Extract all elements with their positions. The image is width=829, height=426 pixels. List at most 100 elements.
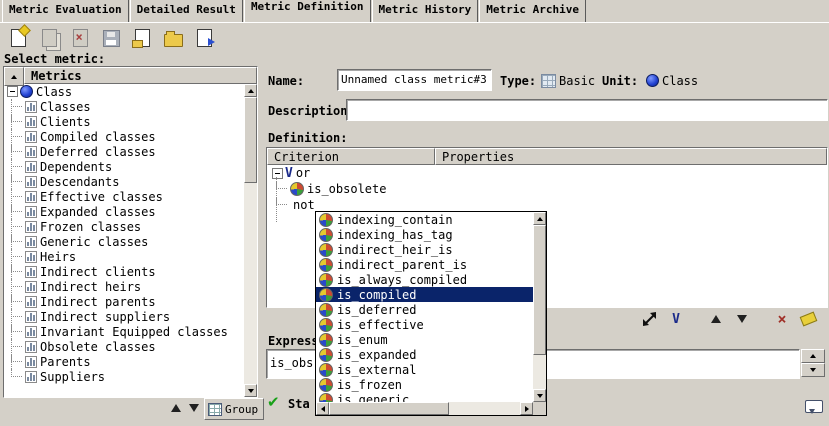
move-criterion-down-button[interactable] <box>732 310 752 328</box>
criterion-row-or[interactable]: V or <box>267 165 827 181</box>
export-metrics-button[interactable] <box>192 27 216 49</box>
criterion-row-is-obsolete[interactable]: is_obsolete <box>267 181 827 197</box>
tree-item[interactable]: Compiled classes <box>4 129 244 144</box>
erase-criterion-button[interactable] <box>798 310 818 328</box>
expression-scroll-down-button[interactable] <box>801 363 825 377</box>
dropdown-item-label: is_expanded <box>337 348 416 362</box>
tree-item[interactable]: Indirect suppliers <box>4 309 244 324</box>
tree-item[interactable]: Indirect clients <box>4 264 244 279</box>
tree-item[interactable]: Descendants <box>4 174 244 189</box>
dropdown-item[interactable]: indexing_contain <box>316 212 533 227</box>
scrollbar-thumb[interactable] <box>244 97 257 183</box>
scroll-up-button[interactable] <box>533 212 546 225</box>
status-text: Sta <box>288 397 310 411</box>
tree-item[interactable]: Classes <box>4 99 244 114</box>
tree-item[interactable]: Effective classes <box>4 189 244 204</box>
collapse-icon[interactable] <box>7 86 18 97</box>
tab-metric-evaluation[interactable]: Metric Evaluation <box>2 0 129 22</box>
dropdown-item[interactable]: is_expanded <box>316 347 533 362</box>
dropdown-item[interactable]: is_external <box>316 362 533 377</box>
metrics-column-header[interactable]: Metrics <box>24 67 257 84</box>
move-down-icon <box>737 315 747 323</box>
dropdown-horizontal-scrollbar[interactable] <box>316 402 533 415</box>
arrow-up-icon <box>810 354 816 358</box>
tree-connector <box>11 264 22 272</box>
tree-item[interactable]: Generic classes <box>4 234 244 249</box>
or-operator-button[interactable]: V <box>666 310 686 328</box>
tree-item[interactable]: Expanded classes <box>4 204 244 219</box>
scrollbar-thumb[interactable] <box>329 402 449 415</box>
tree-connector <box>276 181 287 189</box>
dropdown-item[interactable]: is_frozen <box>316 377 533 392</box>
tree-connector <box>11 189 22 197</box>
tab-detailed-result[interactable]: Detailed Result <box>130 0 243 22</box>
metric-tool-window: Metric Evaluation Detailed Result Metric… <box>0 0 829 426</box>
tree-item-label: Descendants <box>37 175 119 189</box>
tree-connector <box>11 144 22 152</box>
delete-metric-button[interactable]: × <box>68 27 92 49</box>
criterion-pie-icon <box>319 363 333 377</box>
dropdown-item[interactable]: is_always_compiled <box>316 272 533 287</box>
criterion-column-header[interactable]: Criterion <box>267 148 435 165</box>
move-criterion-up-button[interactable] <box>706 310 726 328</box>
tree-item[interactable]: Clients <box>4 114 244 129</box>
dropdown-item[interactable]: is_deferred <box>316 302 533 317</box>
tree-item[interactable]: Dependents <box>4 159 244 174</box>
collapse-icon[interactable] <box>272 168 283 179</box>
tab-metric-definition[interactable]: Metric Definition <box>244 0 371 22</box>
import-metrics-button[interactable] <box>130 27 154 49</box>
tree-item[interactable]: Obsolete classes <box>4 339 244 354</box>
save-metric-icon <box>103 30 120 47</box>
scroll-down-button[interactable] <box>244 384 257 397</box>
copy-metric-button[interactable] <box>37 27 61 49</box>
tree-item-label: Deferred classes <box>37 145 156 159</box>
dropdown-item-selected[interactable]: is_compiled <box>316 287 533 302</box>
dropdown-item[interactable]: indexing_has_tag <box>316 227 533 242</box>
scroll-down-button[interactable] <box>533 389 546 402</box>
tab-metric-history[interactable]: Metric History <box>372 0 479 22</box>
dropdown-item[interactable]: is_effective <box>316 317 533 332</box>
dropdown-item[interactable]: indirect_heir_is <box>316 242 533 257</box>
or-operator-icon: V <box>285 167 293 180</box>
comment-button[interactable] <box>801 393 826 419</box>
tree-item[interactable]: Indirect parents <box>4 294 244 309</box>
criterion-pie-icon <box>319 228 333 242</box>
tree-vertical-scrollbar[interactable] <box>244 84 257 397</box>
scroll-up-button[interactable] <box>244 84 257 97</box>
dropdown-item[interactable]: indirect_parent_is <box>316 257 533 272</box>
expression-scroll-up-button[interactable] <box>801 349 825 363</box>
delete-criterion-button[interactable]: × <box>772 310 792 328</box>
tree-item-class-root[interactable]: Class <box>4 84 244 99</box>
export-metric-icon <box>197 29 212 47</box>
criterion-pie-icon <box>319 273 333 287</box>
scroll-left-button[interactable] <box>316 402 329 415</box>
tree-item[interactable]: Frozen classes <box>4 219 244 234</box>
dropdown-item-label: is_frozen <box>337 378 402 392</box>
tree-item[interactable]: Indirect heirs <box>4 279 244 294</box>
scroll-right-button[interactable] <box>520 402 533 415</box>
open-metric-archive-button[interactable] <box>161 27 185 49</box>
tree-item[interactable]: Invariant Equipped classes <box>4 324 244 339</box>
tree-item[interactable]: Heirs <box>4 249 244 264</box>
save-metric-button[interactable] <box>99 27 123 49</box>
tab-metric-archive[interactable]: Metric Archive <box>479 0 586 22</box>
dropdown-item[interactable]: is_enum <box>316 332 533 347</box>
description-input[interactable] <box>346 99 828 121</box>
definition-table-header: Criterion Properties <box>267 148 827 165</box>
swap-criterion-button[interactable] <box>640 310 660 328</box>
properties-column-header[interactable]: Properties <box>435 148 827 165</box>
group-toggle-button[interactable]: Group <box>204 398 264 420</box>
dropdown-item-label: is_external <box>337 363 416 377</box>
dropdown-item[interactable]: is_generic <box>316 392 533 402</box>
move-metric-up-button[interactable] <box>168 400 184 416</box>
new-metric-button[interactable] <box>6 27 30 49</box>
dropdown-vertical-scrollbar[interactable] <box>533 212 546 402</box>
tree-item[interactable]: Suppliers <box>4 369 244 384</box>
move-metric-down-button[interactable] <box>186 400 202 416</box>
tree-connector <box>11 249 22 257</box>
tree-item[interactable]: Parents <box>4 354 244 369</box>
name-input[interactable]: Unnamed class metric#3 <box>337 69 492 91</box>
metric-icon <box>25 161 37 173</box>
scrollbar-thumb[interactable] <box>533 225 546 355</box>
tree-item[interactable]: Deferred classes <box>4 144 244 159</box>
